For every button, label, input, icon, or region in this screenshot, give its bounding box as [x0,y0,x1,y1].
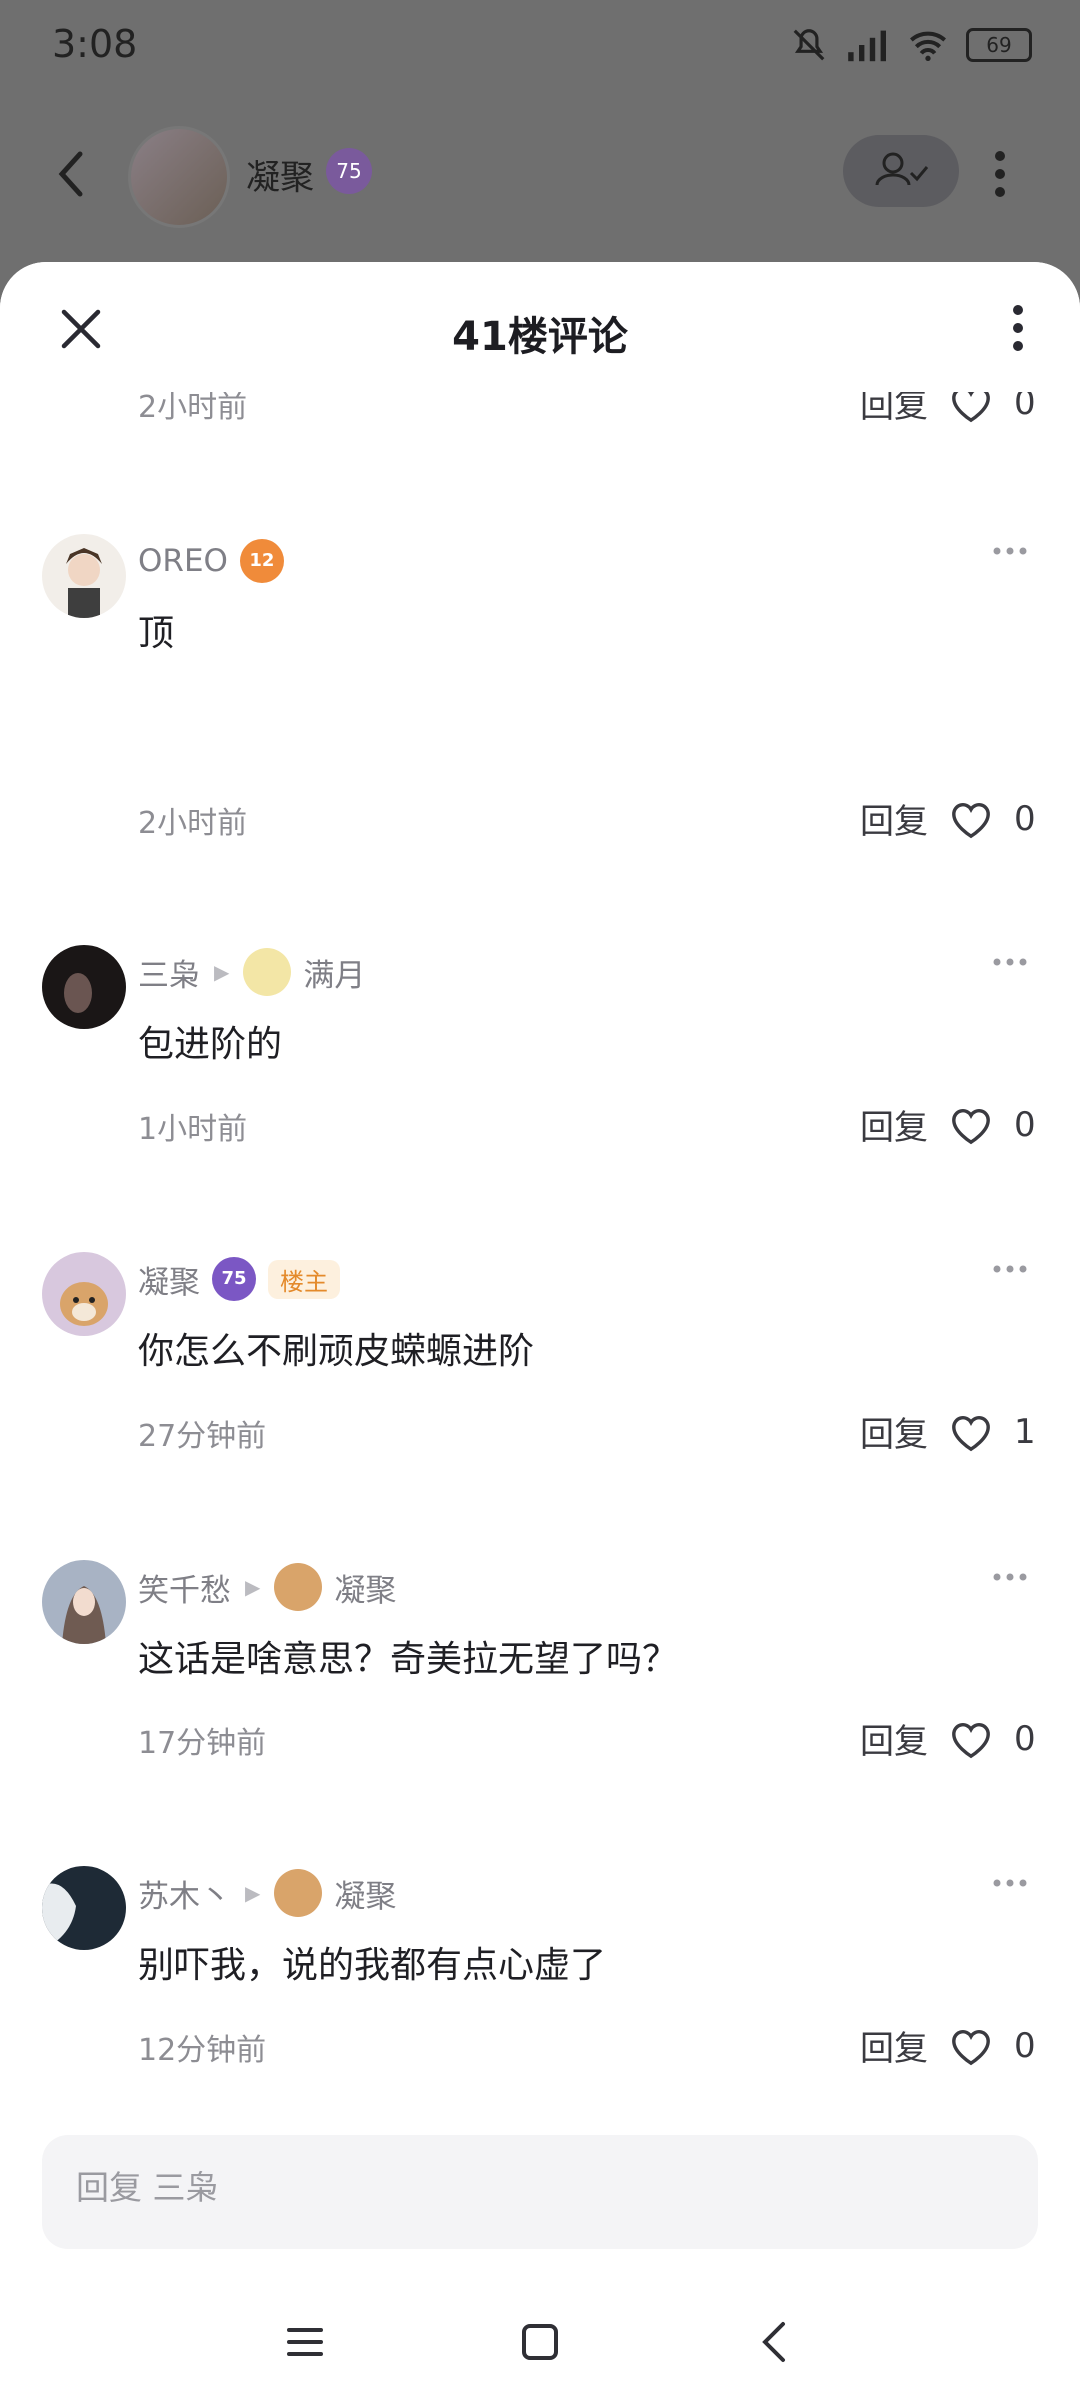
background-page: 3:08 69 凝聚 75 [0,0,1080,300]
reply-to-username[interactable]: 满月 [303,950,365,995]
user-line: 三枭 ▶ 满月 [138,948,365,996]
like-count: 1 [1014,1411,1036,1452]
heart-icon[interactable] [948,798,994,840]
comment-meta: 12分钟前 回复 0 [138,2025,1038,2075]
user-line: 苏木丶 ▶ 凝聚 [138,1869,396,1917]
reply-input-bar[interactable] [42,2135,1038,2249]
sheet-title: 41楼评论 [452,314,628,360]
like-count: 0 [1014,798,1036,839]
reply-arrow-icon: ▶ [214,960,230,984]
background-header: 凝聚 75 [0,120,1080,230]
comment-text: 别吓我，说的我都有点心虚了 [138,1945,607,1986]
avatar-image [66,548,102,618]
comment-time: 1小时前 [138,1112,248,1147]
username[interactable]: 苏木丶 [138,1871,231,1916]
system-nav-bar [0,2270,1080,2400]
avatar[interactable] [274,1869,323,1917]
host-tag: 楼主 [268,1259,340,1299]
home-icon[interactable] [510,2312,570,2372]
more-horizontal-icon[interactable] [992,546,1028,556]
reply-button[interactable]: 回复 [860,1407,928,1456]
level-badge: 75 [326,148,372,194]
avatar-image [42,1883,76,1950]
status-icons: 69 [790,26,1032,64]
sheet-header: 41楼评论 [0,262,1080,392]
comment-time: 17分钟前 [138,1726,267,1761]
more-horizontal-icon[interactable] [992,1878,1028,1888]
comment-time: 12分钟前 [138,2033,267,2068]
avatar-image [64,973,92,1013]
follow-icon [875,152,929,186]
heart-icon[interactable] [948,1411,994,1453]
username[interactable]: 凝聚 [138,1257,200,1302]
more-horizontal-icon[interactable] [992,1572,1028,1582]
avatar[interactable] [42,945,126,1029]
comment-text: 顶 [138,613,175,654]
comment-meta: 2小时前 回复 0 [138,798,1038,848]
comment-meta: 27分钟前 回复 1 [138,1411,1038,1461]
reply-to-username[interactable]: 凝聚 [334,1565,396,1610]
nav-back-icon[interactable] [745,2312,805,2372]
avatar-image [62,1586,106,1644]
like-count: 0 [1014,2025,1036,2066]
comment-time: 2小时前 [138,806,248,841]
comment-text: 这话是啥意思？奇美拉无望了吗？ [138,1639,679,1680]
level-badge: 75 [212,1257,256,1301]
comment-meta: 1小时前 回复 0 [138,1104,1038,1154]
menu-icon[interactable] [275,2312,335,2372]
heart-icon[interactable] [948,1104,994,1146]
status-time: 3:08 [52,22,138,66]
avatar[interactable] [42,534,126,618]
like-count: 0 [1014,1104,1036,1145]
comment-meta: 17分钟前 回复 0 [138,1718,1038,1768]
avatar[interactable] [274,1563,323,1611]
heart-icon[interactable] [948,1718,994,1760]
avatar[interactable] [243,948,292,996]
follow-button[interactable] [843,135,959,207]
mute-icon [793,29,825,61]
like-count: 0 [1014,1718,1036,1759]
reply-arrow-icon: ▶ [245,1881,261,1905]
reply-arrow-icon: ▶ [245,1575,261,1599]
reply-button[interactable]: 回复 [860,794,928,843]
reply-button[interactable]: 回复 [860,2021,928,2070]
battery-indicator: 69 [966,28,1032,62]
reply-button[interactable]: 回复 [860,1100,928,1149]
reply-input[interactable] [74,2167,978,2208]
comment-text: 你怎么不刷顽皮蝾螈进阶 [138,1331,535,1372]
wifi-icon [910,31,946,61]
poster-name: 凝聚 [246,158,314,198]
username[interactable]: OREO [138,543,228,579]
more-horizontal-icon[interactable] [992,1264,1028,1274]
avatar[interactable] [42,1252,126,1336]
more-vertical-icon[interactable] [1008,302,1028,354]
more-vertical-icon[interactable] [990,148,1010,200]
comment-time: 27分钟前 [138,1419,267,1454]
user-line: OREO 12 [138,538,284,584]
reply-button[interactable]: 回复 [860,1714,928,1763]
comment-text: 包进阶的 [138,1024,283,1065]
heart-icon[interactable] [948,2025,994,2067]
reply-to-username[interactable]: 凝聚 [334,1871,396,1916]
status-bar: 3:08 69 [0,0,1080,100]
back-icon[interactable] [56,150,86,198]
level-badge: 12 [239,539,284,583]
avatar[interactable] [128,126,230,228]
user-line: 凝聚 75 楼主 [138,1256,340,1302]
avatar[interactable] [42,1866,126,1950]
username[interactable]: 笑千愁 [138,1565,231,1610]
more-horizontal-icon[interactable] [992,957,1028,967]
username[interactable]: 三枭 [138,950,200,995]
comments-sheet: 2小时前 回复 0 OREO 12 顶 2小时前 回复 0 三枭 ▶ 满月 包进… [0,262,1080,2400]
signal-icon [848,30,886,62]
avatar-image [60,1282,108,1326]
user-line: 笑千愁 ▶ 凝聚 [138,1563,396,1611]
avatar[interactable] [42,1560,126,1644]
